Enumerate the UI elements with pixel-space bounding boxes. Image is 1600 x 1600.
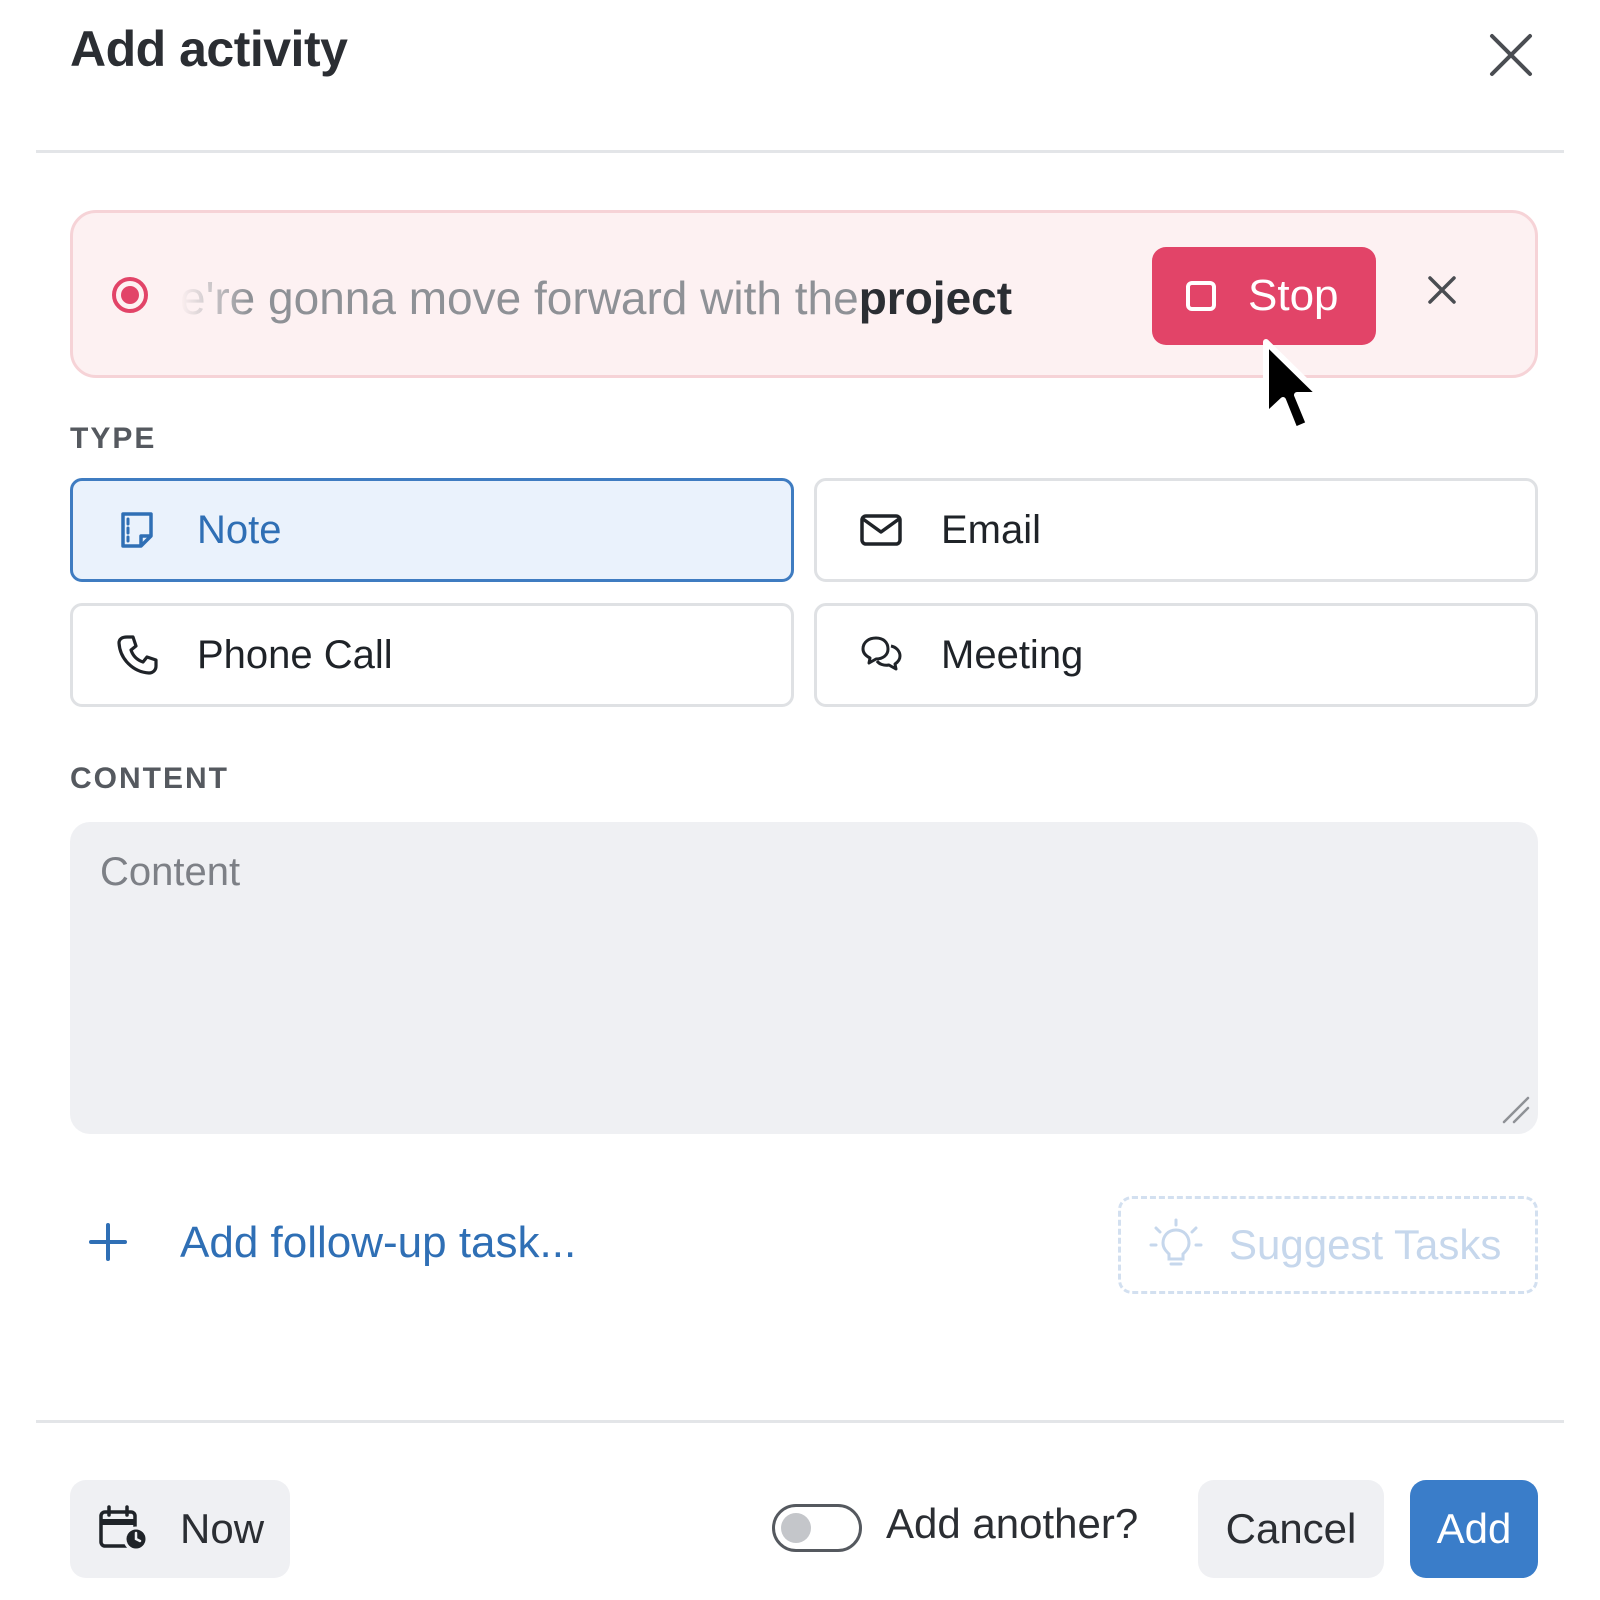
content-placeholder: Content bbox=[100, 850, 241, 894]
suggest-tasks-label: Suggest Tasks bbox=[1229, 1221, 1502, 1268]
live-transcript: e're gonna move forward with the project bbox=[180, 266, 1100, 330]
transcript-text: e're gonna move forward with the bbox=[180, 272, 859, 324]
chat-bubbles-icon bbox=[861, 636, 902, 671]
type-option-label: Meeting bbox=[941, 632, 1084, 677]
now-button-label: Now bbox=[180, 1505, 265, 1552]
dialog-title: Add activity bbox=[70, 21, 348, 77]
add-button[interactable]: Add bbox=[1410, 1480, 1538, 1578]
type-option-email[interactable]: Email bbox=[814, 478, 1538, 582]
recording-indicator-icon bbox=[112, 277, 148, 313]
type-option-phone-call[interactable]: Phone Call bbox=[70, 603, 794, 707]
transcript-current-word: project bbox=[858, 272, 1013, 324]
type-option-meeting[interactable]: Meeting bbox=[814, 603, 1538, 707]
type-section-label: TYPE bbox=[70, 422, 157, 455]
phone-icon bbox=[117, 635, 158, 675]
stop-button-label: Stop bbox=[1248, 271, 1339, 320]
plus-icon[interactable] bbox=[88, 1222, 128, 1262]
content-section-label: CONTENT bbox=[70, 762, 229, 795]
note-icon bbox=[121, 512, 153, 548]
add-another-label: Add another? bbox=[886, 1500, 1139, 1547]
header-divider bbox=[36, 150, 1564, 153]
date-time-now-button[interactable]: Now bbox=[70, 1480, 290, 1578]
type-option-label: Phone Call bbox=[197, 632, 393, 677]
cancel-button[interactable]: Cancel bbox=[1198, 1480, 1384, 1578]
add-another-toggle[interactable] bbox=[772, 1504, 862, 1552]
content-textarea[interactable]: Content bbox=[70, 822, 1538, 1134]
lightbulb-icon bbox=[1149, 1218, 1203, 1266]
type-option-label: Note bbox=[197, 507, 282, 552]
suggest-tasks-button[interactable]: Suggest Tasks bbox=[1118, 1196, 1538, 1294]
add-follow-up-task-link[interactable]: Add follow-up task... bbox=[180, 1218, 576, 1268]
envelope-icon bbox=[860, 514, 902, 546]
close-icon[interactable] bbox=[1486, 30, 1536, 80]
calendar-clock-icon bbox=[99, 1505, 149, 1552]
footer-divider bbox=[36, 1420, 1564, 1423]
resize-handle-icon[interactable] bbox=[1500, 1094, 1532, 1126]
dismiss-recording-icon[interactable] bbox=[1422, 270, 1462, 310]
stop-icon bbox=[1186, 281, 1216, 311]
stop-recording-button[interactable]: Stop bbox=[1152, 247, 1376, 345]
type-option-label: Email bbox=[941, 507, 1042, 552]
toggle-knob bbox=[781, 1513, 811, 1543]
type-option-note[interactable]: Note bbox=[70, 478, 794, 582]
